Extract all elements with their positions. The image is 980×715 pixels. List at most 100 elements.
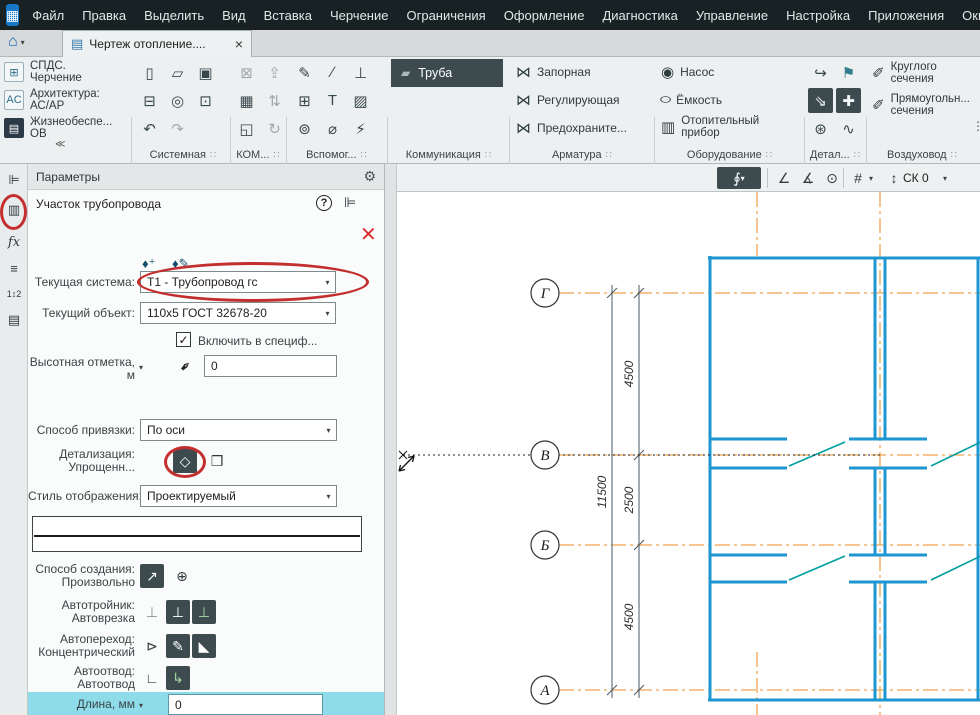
workspace-architecture[interactable]: AC Архитектура: АС/АР bbox=[4, 87, 100, 113]
line-icon[interactable]: ∕ bbox=[320, 60, 345, 85]
valve-regulating-button[interactable]: ⋈ Регулирующая bbox=[516, 91, 620, 109]
autobend-off-button[interactable]: ∟ bbox=[140, 666, 164, 690]
grid-cells-icon[interactable] bbox=[690, 167, 712, 189]
group-grip[interactable]: ∷ bbox=[485, 150, 491, 161]
length-input[interactable]: 0 bbox=[168, 694, 323, 715]
create-free-button[interactable]: ↗ bbox=[140, 564, 164, 588]
close-tab-icon[interactable]: × bbox=[235, 36, 243, 52]
connection-icon[interactable]: ⚡ bbox=[348, 116, 373, 141]
list-panel-icon[interactable]: ▤ bbox=[3, 309, 25, 331]
add-system-icon[interactable]: ♦⁺ bbox=[142, 256, 156, 272]
app-logo-icon[interactable]: ▦ bbox=[6, 4, 20, 26]
group-grip[interactable]: ∷ bbox=[606, 150, 612, 161]
drop-mark-icon[interactable]: ⇘ bbox=[808, 88, 833, 113]
undo-icon[interactable]: ↶ bbox=[137, 116, 162, 141]
brush-icon[interactable]: ✎ bbox=[292, 60, 317, 85]
clipboard-icon[interactable]: ⊠ bbox=[234, 60, 259, 85]
diameter-icon[interactable]: ⌀ bbox=[320, 116, 345, 141]
valve-safety-button[interactable]: ⋈ Предохраните... bbox=[516, 119, 627, 137]
workspace-hvac[interactable]: ▤ Жизнеобеспе... ОВ bbox=[4, 115, 112, 141]
help-icon[interactable]: ? bbox=[316, 195, 332, 211]
rings-icon[interactable]: ⊚ bbox=[292, 116, 317, 141]
menu-view[interactable]: Вид bbox=[213, 8, 255, 23]
document-tab[interactable]: ▤ Чертеж отопление.... × bbox=[62, 30, 252, 57]
group-grip[interactable]: ∷ bbox=[210, 150, 216, 161]
coordinate-system-label[interactable]: СК 0 bbox=[903, 171, 929, 185]
preview-icon[interactable]: ◎ bbox=[165, 88, 190, 113]
collapse-workspaces-icon[interactable]: ≪ bbox=[55, 139, 65, 150]
flag-icon[interactable]: ⚑ bbox=[836, 60, 861, 85]
menu-select[interactable]: Выделить bbox=[135, 8, 213, 23]
detail-3d-button[interactable]: ❒ bbox=[205, 449, 229, 473]
include-in-spec-checkbox[interactable]: ✓ bbox=[176, 332, 191, 347]
swap-icon[interactable]: ⇅ bbox=[262, 88, 287, 113]
export-icon[interactable]: ⊡ bbox=[193, 88, 218, 113]
hatch-icon[interactable]: ▨ bbox=[348, 88, 373, 113]
autobend-on-button[interactable]: ↳ bbox=[166, 666, 190, 690]
chevron-down-icon[interactable]: ▾ bbox=[869, 174, 873, 183]
menu-window[interactable]: Окн bbox=[953, 8, 980, 23]
group-grip[interactable]: ∷ bbox=[854, 150, 860, 161]
pump-button[interactable]: ◉ Насос bbox=[661, 63, 714, 81]
fx-variables-icon[interactable]: fx bbox=[3, 231, 25, 253]
pipe-tool-button[interactable]: ▰ Труба bbox=[391, 59, 503, 87]
autotee-insert-button[interactable]: ⊥ bbox=[166, 600, 190, 624]
height-dropdown-icon[interactable]: ▾ bbox=[139, 363, 143, 372]
menu-draw[interactable]: Черчение bbox=[321, 8, 398, 23]
current-object-select[interactable]: 110х5 ГОСТ 32678-20 ▾ bbox=[140, 302, 336, 324]
burst-icon[interactable]: ⊛ bbox=[808, 116, 833, 141]
radiator-button[interactable]: ▥ Отопительный прибор bbox=[661, 115, 773, 139]
menu-constraints[interactable]: Ограничения bbox=[397, 8, 494, 23]
tangent-snap-icon[interactable]: ⊙ bbox=[821, 167, 843, 189]
length-dropdown-icon[interactable]: ▾ bbox=[139, 701, 143, 710]
home-button[interactable]: ⌂ ▾ bbox=[8, 33, 25, 51]
snap-method-select[interactable]: По оси ▾ bbox=[140, 419, 337, 441]
chevron-down-icon[interactable]: ▾ bbox=[943, 174, 947, 183]
group-grip[interactable]: ∷ bbox=[273, 150, 279, 161]
menu-settings[interactable]: Настройка bbox=[777, 8, 859, 23]
menu-diagnostics[interactable]: Диагностика bbox=[593, 8, 686, 23]
move-up-icon[interactable]: ⇪ bbox=[262, 60, 287, 85]
menu-edit[interactable]: Правка bbox=[73, 8, 135, 23]
autotee-off-button[interactable]: ⊥ bbox=[140, 600, 164, 624]
layers-icon[interactable]: ≡ bbox=[3, 257, 25, 279]
insert-image-icon[interactable]: ◱ bbox=[234, 116, 259, 141]
snap-mode-button[interactable]: ∮ ▾ bbox=[717, 167, 761, 189]
menu-layout[interactable]: Оформление bbox=[495, 8, 594, 23]
current-system-select[interactable]: Т1 - Трубопровод гс ▾ bbox=[140, 271, 336, 293]
perpendicular-icon[interactable]: ⊥ bbox=[348, 60, 373, 85]
coordinate-system-icon[interactable]: ↕ bbox=[883, 167, 905, 189]
detail-simplified-button[interactable]: ◇ bbox=[173, 449, 197, 473]
table-icon[interactable]: ▦ bbox=[234, 88, 259, 113]
sort-order-icon[interactable]: 1↕2 bbox=[3, 283, 25, 305]
angle-snap-icon[interactable]: ∠ bbox=[773, 167, 795, 189]
menu-file[interactable]: Файл bbox=[23, 8, 73, 23]
autotee-tee-button[interactable]: ⊥ bbox=[192, 600, 216, 624]
bend-arrow-icon[interactable]: ↪ bbox=[808, 60, 833, 85]
drawing-canvas[interactable]: 4500 2500 4500 11500 Г В Б А bbox=[397, 192, 980, 715]
height-input[interactable]: 0 bbox=[204, 355, 337, 377]
structure-icon[interactable]: ⊫ bbox=[344, 194, 356, 211]
redo-icon[interactable]: ↷ bbox=[165, 116, 190, 141]
duct-round-button[interactable]: ✐ Круглого сечения bbox=[872, 61, 980, 85]
menu-applications[interactable]: Приложения bbox=[859, 8, 953, 23]
refresh-icon[interactable]: ↻ bbox=[262, 116, 287, 141]
wave-icon[interactable]: ∿ bbox=[836, 116, 861, 141]
autotransition-edit-button[interactable]: ✎ bbox=[166, 634, 190, 658]
valve-shutoff-button[interactable]: ⋈ Запорная bbox=[516, 63, 591, 81]
ortho-grid-icon[interactable]: ⊞ bbox=[292, 88, 317, 113]
angle-measure-icon[interactable]: ∡ bbox=[797, 167, 819, 189]
menu-management[interactable]: Управление bbox=[687, 8, 777, 23]
pin-icon[interactable]: ✒ bbox=[176, 356, 196, 376]
tank-button[interactable]: ○ Ёмкость bbox=[658, 91, 722, 108]
print-icon[interactable]: ⊟ bbox=[137, 88, 162, 113]
panel-splitter[interactable] bbox=[385, 164, 397, 715]
group-grip[interactable]: ∷ bbox=[951, 150, 957, 161]
cancel-command-icon[interactable]: ✕ bbox=[360, 222, 377, 247]
group-grip[interactable]: ∷ bbox=[766, 150, 772, 161]
menu-insert[interactable]: Вставка bbox=[255, 8, 321, 23]
autotransition-concentric-button[interactable]: ◣ bbox=[192, 634, 216, 658]
ribbon-overflow-icon[interactable]: ⋮ bbox=[972, 119, 980, 133]
save-icon[interactable]: ▣ bbox=[193, 60, 218, 85]
move-mark-icon[interactable]: ✚ bbox=[836, 88, 861, 113]
